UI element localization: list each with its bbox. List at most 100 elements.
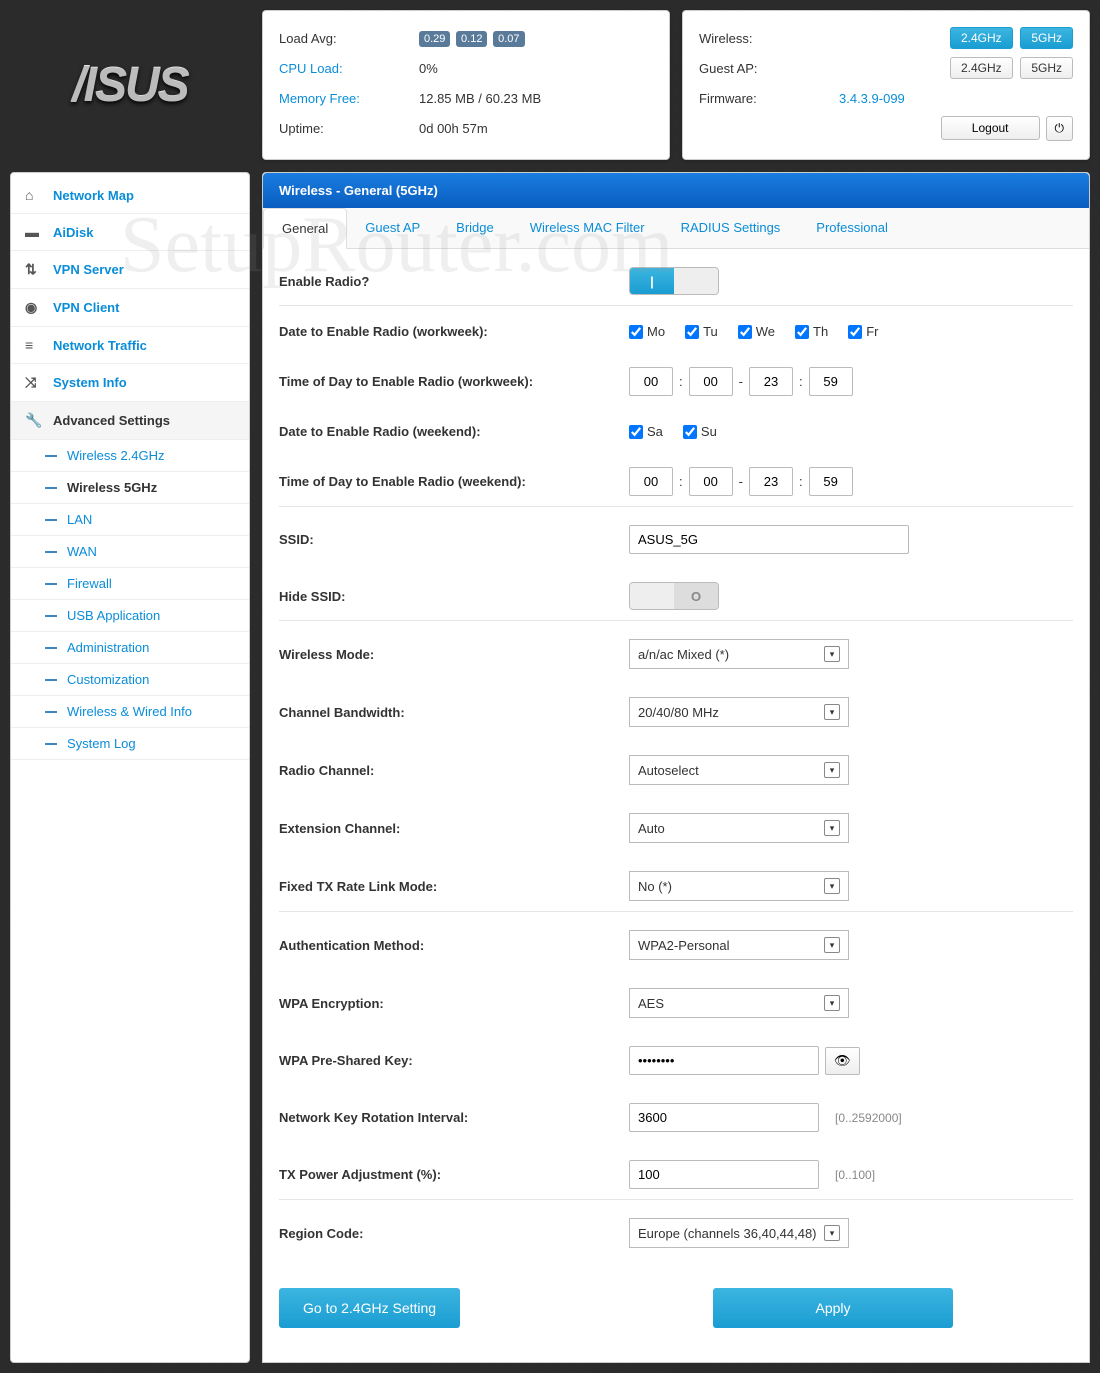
chevron-down-icon: ▾ [824,1225,840,1241]
sub-label: Wireless 2.4GHz [67,448,165,463]
sidebar-sub-wireless-wired-info[interactable]: Wireless & Wired Info [11,696,249,728]
sub-label: Wireless & Wired Info [67,704,192,719]
hide-ssid-toggle[interactable] [629,582,719,610]
wireless-5ghz-button[interactable]: 5GHz [1020,27,1073,49]
chevron-down-icon: ▾ [824,762,840,778]
ww-hour-start-input[interactable] [629,367,673,396]
auth-method-label: Authentication Method: [279,938,629,953]
nav-label: VPN Server [53,262,124,277]
dash-icon [45,615,57,617]
we-hour-start-input[interactable] [629,467,673,496]
ssid-input[interactable] [629,525,909,554]
radio-channel-label: Radio Channel: [279,763,629,778]
cpu-load-label[interactable]: CPU Load: [279,61,419,76]
auth-method-select[interactable]: WPA2-Personal▾ [629,930,849,960]
fixed-tx-rate-select[interactable]: No (*)▾ [629,871,849,901]
sidebar-item-vpn-server[interactable]: ⇅ VPN Server [11,251,249,289]
nav-label: System Info [53,375,127,390]
nav-label: Network Map [53,188,134,203]
day-th-text: Th [813,324,828,339]
sidebar-item-network-traffic[interactable]: ≡Network Traffic [11,327,249,364]
goto-24ghz-button[interactable]: Go to 2.4GHz Setting [279,1288,460,1328]
load-badge-3: 0.07 [493,31,524,47]
day-su-text: Su [701,424,717,439]
home-icon: ⌂ [25,187,43,203]
wpa-encryption-select[interactable]: AES▾ [629,988,849,1018]
extension-channel-select[interactable]: Auto▾ [629,813,849,843]
guest-5ghz-button[interactable]: 5GHz [1020,57,1073,79]
page-title: Wireless - General (5GHz) [263,173,1089,208]
sidebar-item-vpn-client[interactable]: ◉VPN Client [11,289,249,327]
nav-label: AiDisk [53,225,93,240]
eye-icon: 👁 [834,1053,851,1068]
tab-wireless-mac-filter[interactable]: Wireless MAC Filter [512,208,663,248]
region-code-select[interactable]: Europe (channels 36,40,44,48)▾ [629,1218,849,1248]
checkbox-fr[interactable]: Fr [848,324,878,339]
vpn-server-icon: ⇅ [25,261,43,278]
wpa-psk-label: WPA Pre-Shared Key: [279,1053,629,1068]
tab-professional[interactable]: Professional [798,208,906,248]
time-workweek-label: Time of Day to Enable Radio (workweek): [279,374,629,389]
shuffle-icon: ⤨ [25,374,43,391]
logout-button[interactable]: Logout [941,116,1040,140]
sidebar-item-system-info[interactable]: ⤨ System Info [11,364,249,402]
wpa-psk-input[interactable] [629,1046,819,1075]
tx-power-input[interactable] [629,1160,819,1189]
day-tu-text: Tu [703,324,718,339]
ww-min-end-input[interactable] [809,367,853,396]
sub-label: LAN [67,512,92,527]
sub-label: Wireless 5GHz [67,480,157,495]
memory-free-label[interactable]: Memory Free: [279,91,419,106]
we-hour-end-input[interactable] [749,467,793,496]
sidebar-sub-firewall[interactable]: Firewall [11,568,249,600]
channel-bandwidth-select[interactable]: 20/40/80 MHz▾ [629,697,849,727]
we-min-start-input[interactable] [689,467,733,496]
key-rotation-input[interactable] [629,1103,819,1132]
day-sa-text: Sa [647,424,663,439]
sidebar-item-advanced-settings[interactable]: 🔧Advanced Settings [11,402,249,440]
sidebar-item-network-map[interactable]: ⌂ Network Map [11,177,249,214]
tab-guest-ap[interactable]: Guest AP [347,208,438,248]
show-password-button[interactable]: 👁 [825,1047,860,1075]
date-weekend-label: Date to Enable Radio (weekend): [279,424,629,439]
guest-24ghz-button[interactable]: 2.4GHz [950,57,1013,79]
tab-bridge[interactable]: Bridge [438,208,512,248]
chevron-down-icon: ▾ [824,646,840,662]
asus-logo: /ISUS [72,58,187,113]
power-button[interactable]: ⏻ [1046,116,1074,141]
sidebar-sub-system-log[interactable]: System Log [11,728,249,760]
tab-general[interactable]: General [263,208,347,249]
checkbox-su[interactable]: Su [683,424,717,439]
sidebar-sub-administration[interactable]: Administration [11,632,249,664]
enable-radio-toggle[interactable] [629,267,719,295]
chevron-down-icon: ▾ [824,704,840,720]
nav-label: VPN Client [53,300,119,315]
region-code-label: Region Code: [279,1226,629,1241]
ww-hour-end-input[interactable] [749,367,793,396]
hide-ssid-label: Hide SSID: [279,589,629,604]
checkbox-we[interactable]: We [738,324,775,339]
sidebar-sub-wireless-5ghz[interactable]: Wireless 5GHz [11,472,249,504]
sidebar-sub-wan[interactable]: WAN [11,536,249,568]
checkbox-mo[interactable]: Mo [629,324,665,339]
system-status-card: Load Avg: 0.29 0.12 0.07 CPU Load: 0% Me… [262,10,670,160]
sidebar-item-aidisk[interactable]: ▬AiDisk [11,214,249,251]
firmware-version-link[interactable]: 3.4.3.9-099 [839,91,1073,106]
wireless-mode-select[interactable]: a/n/ac Mixed (*)▾ [629,639,849,669]
checkbox-tu[interactable]: Tu [685,324,718,339]
sidebar-sub-customization[interactable]: Customization [11,664,249,696]
tab-radius-settings[interactable]: RADIUS Settings [663,208,799,248]
we-min-end-input[interactable] [809,467,853,496]
sidebar-sub-wireless-24ghz[interactable]: Wireless 2.4GHz [11,440,249,472]
sidebar-sub-usb-application[interactable]: USB Application [11,600,249,632]
apply-button[interactable]: Apply [713,1288,953,1328]
enable-radio-label: Enable Radio? [279,274,629,289]
checkbox-th[interactable]: Th [795,324,828,339]
radio-channel-select[interactable]: Autoselect▾ [629,755,849,785]
ww-min-start-input[interactable] [689,367,733,396]
extension-channel-label: Extension Channel: [279,821,629,836]
wireless-24ghz-button[interactable]: 2.4GHz [950,27,1013,49]
checkbox-sa[interactable]: Sa [629,424,663,439]
dash-icon [45,743,57,745]
sidebar-sub-lan[interactable]: LAN [11,504,249,536]
